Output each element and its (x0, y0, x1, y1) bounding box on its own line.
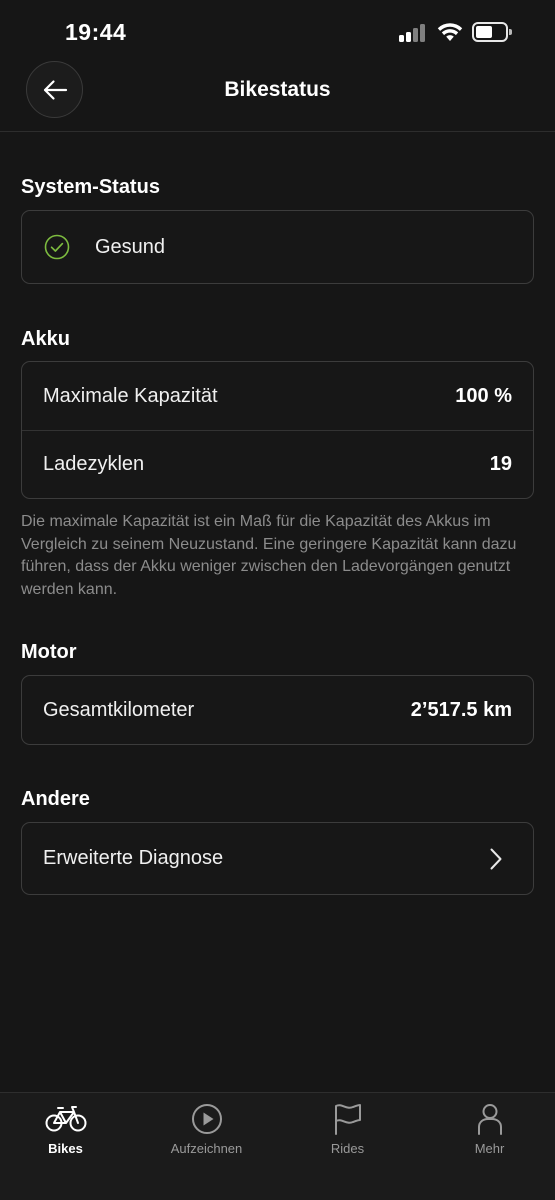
row-label: Maximale Kapazität (43, 384, 218, 407)
section-title-system-status: System-Status (21, 176, 160, 198)
tab-bikes[interactable]: Bikes (0, 1093, 135, 1173)
section-title-motor: Motor (21, 641, 77, 663)
system-status-card: Gesund (21, 210, 534, 284)
akku-info-note: Die maximale Kapazität ist ein Maß für d… (21, 513, 517, 598)
motor-card: Gesamtkilometer 2’517.5 km (21, 675, 534, 745)
check-circle-icon (44, 234, 70, 260)
section-title-andere: Andere (21, 788, 90, 810)
tab-label: Bikes (48, 1141, 83, 1156)
akku-row-charge-cycles: Ladezyklen 19 (22, 430, 533, 498)
row-label: Gesamtkilometer (43, 698, 195, 721)
status-bar: 19:44 (0, 0, 555, 60)
tab-label: Rides (330, 1141, 365, 1156)
person-icon (468, 1102, 512, 1136)
row-value: 2’517.5 km (410, 698, 512, 721)
tab-rides[interactable]: Rides (278, 1093, 417, 1173)
row-value: 19 (489, 453, 512, 475)
bottom-tab-bar: Bikes Aufzeichnen Rides Mehr (0, 1092, 555, 1200)
section-title-akku: Akku (21, 328, 70, 350)
row-label: Erweiterte Diagnose (43, 847, 224, 869)
page-title: Bikestatus (224, 78, 331, 101)
andere-card: Erweiterte Diagnose (21, 822, 534, 895)
motor-row-total-km: Gesamtkilometer 2’517.5 km (22, 676, 533, 744)
top-bar: Bikestatus (0, 60, 555, 132)
tab-record[interactable]: Aufzeichnen (137, 1093, 276, 1173)
wifi-icon (437, 22, 463, 42)
row-label: Ladezyklen (43, 453, 145, 475)
record-play-icon (185, 1102, 229, 1136)
akku-row-max-capacity: Maximale Kapazität 100 % (22, 362, 533, 430)
status-time: 19:44 (65, 19, 127, 45)
battery-icon (472, 22, 512, 42)
row-value: 100 % (455, 384, 512, 407)
chevron-right-icon (489, 847, 503, 871)
tab-more[interactable]: Mehr (420, 1093, 555, 1173)
tab-label: Aufzeichnen (170, 1141, 243, 1156)
bike-icon (44, 1102, 88, 1136)
extended-diagnosis-item[interactable]: Erweiterte Diagnose (22, 823, 533, 894)
system-status-text: Gesund (95, 235, 166, 258)
tab-label: Mehr (474, 1141, 505, 1156)
flag-icon (326, 1102, 370, 1136)
akku-card: Maximale Kapazität 100 % Ladezyklen 19 (21, 361, 534, 499)
cellular-signal-icon (399, 24, 429, 42)
